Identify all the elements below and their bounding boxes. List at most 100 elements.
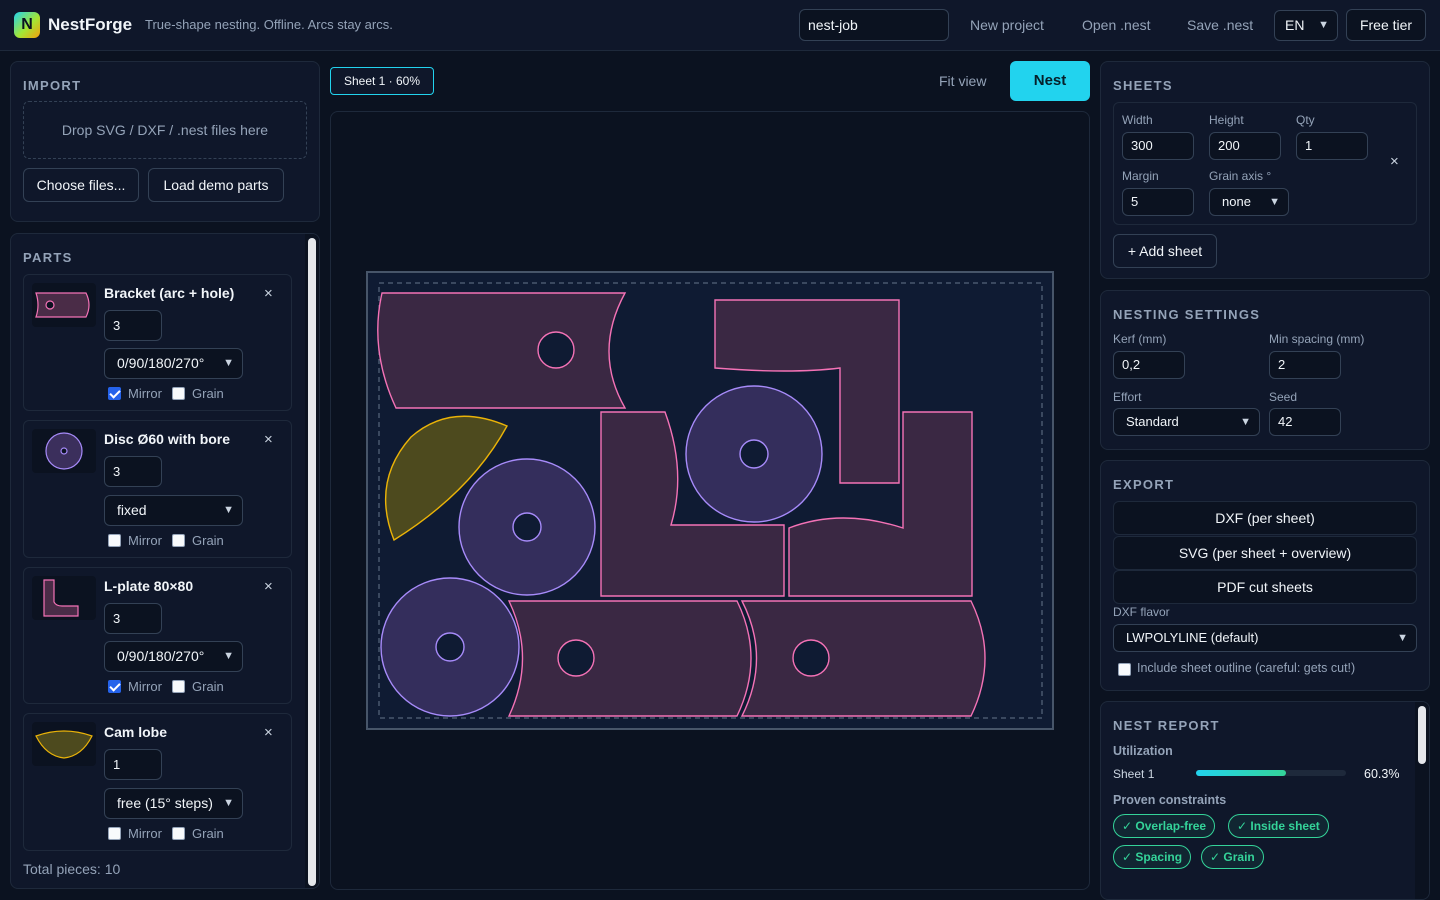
chevron-down-icon: ▼ xyxy=(223,797,234,809)
rotation-value: free (15° steps) xyxy=(117,795,213,811)
sheet-height-input[interactable]: 200 xyxy=(1209,132,1281,160)
part-bore xyxy=(557,639,595,677)
effort-value: Standard xyxy=(1126,414,1179,429)
chevron-down-icon: ▼ xyxy=(223,650,234,662)
part-card-bracket: Bracket (arc + hole) × 3 0/90/180/270° ▼… xyxy=(23,274,292,411)
grain-axis-label: Grain axis ° xyxy=(1209,169,1272,183)
chevron-down-icon: ▼ xyxy=(223,357,234,369)
add-sheet-button[interactable]: + Add sheet xyxy=(1113,234,1217,268)
effort-select[interactable]: Standard ▼ xyxy=(1113,408,1260,436)
export-pdf-button[interactable]: PDF cut sheets xyxy=(1113,570,1417,604)
nest-report-panel: NEST REPORT Utilization Sheet 1 60.3% Pr… xyxy=(1100,701,1430,900)
include-outline-label: Include sheet outline (careful: gets cut… xyxy=(1137,661,1356,675)
part-thumbnail xyxy=(32,722,96,766)
export-title: EXPORT xyxy=(1113,477,1175,492)
quantity-input[interactable]: 3 xyxy=(104,310,162,341)
sheets-title: SHEETS xyxy=(1113,78,1173,93)
free-tier-button[interactable]: Free tier xyxy=(1346,9,1426,41)
chevron-down-icon: ▼ xyxy=(1318,19,1329,31)
sheet-tab[interactable]: Sheet 1 · 60% xyxy=(330,67,434,95)
load-demo-button[interactable]: Load demo parts xyxy=(148,168,284,202)
remove-sheet-icon[interactable]: × xyxy=(1390,153,1399,170)
part-bore xyxy=(537,331,575,369)
chevron-down-icon: ▼ xyxy=(1269,196,1280,208)
app-name: NestForge xyxy=(48,15,133,34)
export-dxf-button[interactable]: DXF (per sheet) xyxy=(1113,501,1417,535)
rotation-value: 0/90/180/270° xyxy=(117,355,205,371)
mirror-checkbox[interactable] xyxy=(108,534,121,547)
save-nest-button[interactable]: Save .nest xyxy=(1187,17,1253,33)
effort-label: Effort xyxy=(1113,390,1142,404)
grain-checkbox[interactable] xyxy=(172,827,185,840)
rotation-value: 0/90/180/270° xyxy=(117,648,205,664)
export-svg-button[interactable]: SVG (per sheet + overview) xyxy=(1113,536,1417,570)
part-bore xyxy=(739,439,769,469)
part-bore xyxy=(792,639,830,677)
chevron-down-icon: ▼ xyxy=(1397,632,1408,644)
fit-view-button[interactable]: Fit view xyxy=(939,73,986,89)
rotation-select[interactable]: 0/90/180/270° ▼ xyxy=(104,641,243,672)
width-label: Width xyxy=(1122,113,1153,127)
mirror-checkbox[interactable] xyxy=(108,387,121,400)
constraint-chip: ✓ Overlap-free xyxy=(1113,814,1216,838)
choose-files-button[interactable]: Choose files... xyxy=(23,168,139,202)
grain-checkbox[interactable] xyxy=(172,680,185,693)
file-dropzone[interactable]: Drop SVG / DXF / .nest files here xyxy=(23,101,307,159)
mirror-label: Mirror xyxy=(128,679,162,694)
new-project-button[interactable]: New project xyxy=(970,17,1044,33)
part-thumbnail xyxy=(32,576,96,620)
report-scrollbar-thumb[interactable] xyxy=(1418,706,1426,764)
sheet-width-input[interactable]: 300 xyxy=(1122,132,1194,160)
kerf-input[interactable]: 0,2 xyxy=(1113,351,1185,379)
constraints-label: Proven constraints xyxy=(1113,793,1227,807)
utilization-value: 60.3% xyxy=(1364,767,1400,781)
remove-part-icon[interactable]: × xyxy=(264,578,273,595)
import-title: IMPORT xyxy=(23,78,82,93)
seed-input[interactable]: 42 xyxy=(1269,408,1341,436)
spacing-label: Min spacing (mm) xyxy=(1269,332,1365,346)
job-name-input[interactable]: nest-job xyxy=(799,9,949,41)
export-panel: EXPORT DXF (per sheet) SVG (per sheet + … xyxy=(1100,460,1430,691)
rotation-select[interactable]: 0/90/180/270° ▼ xyxy=(104,348,243,379)
include-outline-checkbox[interactable] xyxy=(1118,663,1131,676)
total-pieces: Total pieces: 10 xyxy=(23,861,121,877)
import-panel: IMPORT Drop SVG / DXF / .nest files here… xyxy=(10,61,320,222)
quantity-input[interactable]: 3 xyxy=(104,456,162,487)
mirror-checkbox[interactable] xyxy=(108,680,121,693)
constraint-chip: ✓ Spacing xyxy=(1113,845,1192,869)
part-name: L-plate 80×80 xyxy=(104,578,194,594)
dxf-flavor-value: LWPOLYLINE (default) xyxy=(1126,630,1259,645)
parts-title: PARTS xyxy=(23,250,73,265)
grain-checkbox[interactable] xyxy=(172,387,185,400)
utilization-label: Utilization xyxy=(1113,744,1173,758)
kerf-label: Kerf (mm) xyxy=(1113,332,1167,346)
quantity-input[interactable]: 1 xyxy=(104,749,162,780)
constraint-chip: ✓ Grain xyxy=(1201,845,1264,869)
part-bore xyxy=(435,632,465,662)
rotation-select[interactable]: free (15° steps) ▼ xyxy=(104,788,243,819)
nest-button[interactable]: Nest xyxy=(1010,61,1090,101)
part-name: Cam lobe xyxy=(104,724,168,740)
sheet-margin-input[interactable]: 5 xyxy=(1122,188,1194,216)
grain-checkbox[interactable] xyxy=(172,534,185,547)
grain-axis-select[interactable]: none ▼ xyxy=(1209,188,1289,216)
nest-canvas[interactable] xyxy=(330,111,1090,890)
parts-scrollbar-thumb[interactable] xyxy=(308,238,316,886)
sheet-qty-input[interactable]: 1 xyxy=(1296,132,1368,160)
qty-label: Qty xyxy=(1296,113,1315,127)
quantity-input[interactable]: 3 xyxy=(104,603,162,634)
remove-part-icon[interactable]: × xyxy=(264,431,273,448)
dxf-flavor-select[interactable]: LWPOLYLINE (default) ▼ xyxy=(1113,624,1417,652)
spacing-input[interactable]: 2 xyxy=(1269,351,1341,379)
language-select[interactable]: EN ▼ xyxy=(1274,10,1338,41)
open-nest-button[interactable]: Open .nest xyxy=(1082,17,1151,33)
mirror-label: Mirror xyxy=(128,386,162,401)
part-card-disc: Disc Ø60 with bore × 3 fixed ▼ Mirror Gr… xyxy=(23,420,292,558)
part-card-cam-lobe: Cam lobe × 1 free (15° steps) ▼ Mirror G… xyxy=(23,713,292,851)
grain-label: Grain xyxy=(192,386,224,401)
remove-part-icon[interactable]: × xyxy=(264,285,273,302)
mirror-checkbox[interactable] xyxy=(108,827,121,840)
constraint-chip: ✓ Inside sheet xyxy=(1228,814,1329,838)
remove-part-icon[interactable]: × xyxy=(264,724,273,741)
rotation-select[interactable]: fixed ▼ xyxy=(104,495,243,526)
